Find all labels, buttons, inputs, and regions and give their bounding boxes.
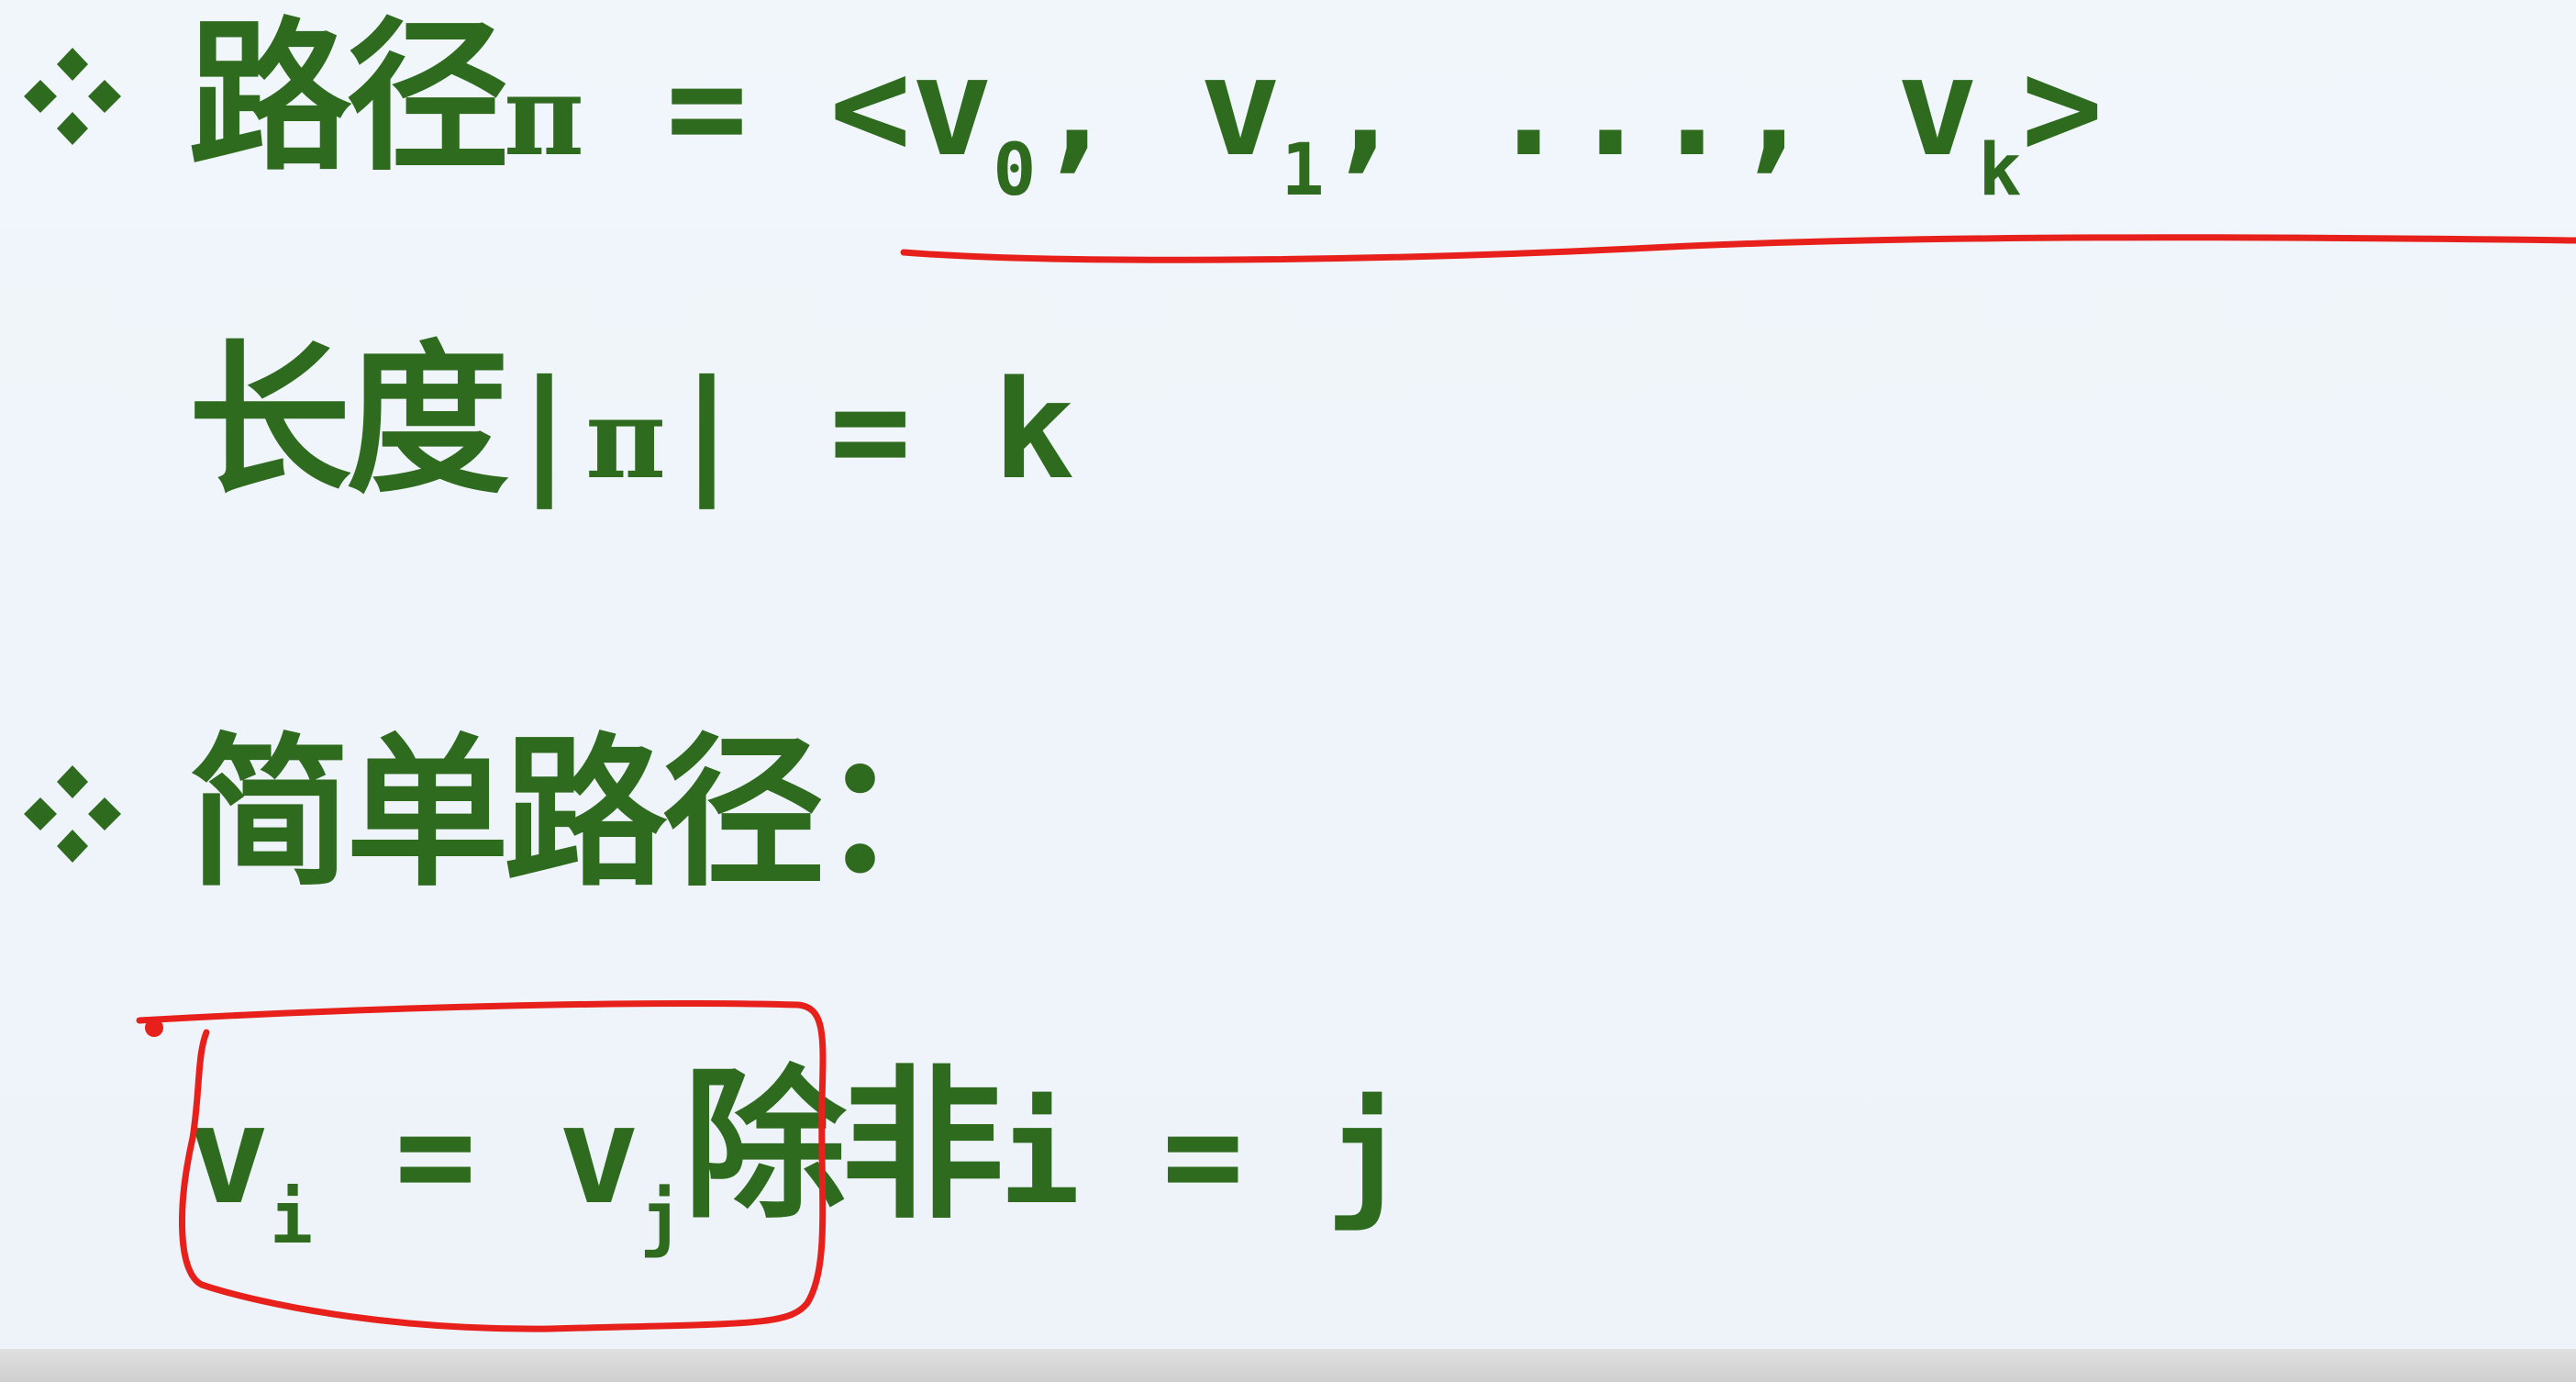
path-close: > [2021,28,2104,186]
separator-1: , v [1036,28,1282,186]
subscript-i: i [270,1177,314,1260]
v-left: v [188,1076,271,1234]
abs-bar-left: | [504,351,586,509]
simple-path-term: 简单路径 [188,719,825,908]
colon: ： [819,719,983,908]
length-term: 长度 [188,326,509,516]
bottom-bar [0,1349,2576,1382]
four-diamond-bullet-icon [13,754,132,874]
ellipsis: , ..., v [1324,28,1979,186]
subscript-k: k [1978,129,2022,212]
pi-symbol: π [504,51,584,181]
subscript-1: 1 [1281,129,1325,212]
path-open: <v [829,28,994,186]
unless-term: 除非 [683,1051,1004,1241]
equals-v: = v [313,1076,640,1234]
pi-symbol-length: π [585,374,666,504]
path-definition: 路径π = <v0, v1, ..., vk> [188,17,2104,207]
equals-sign: = [583,28,830,186]
length-value: = k [748,351,1075,509]
length-definition: 长度|π| = k [188,340,1074,503]
subscript-j: j [639,1177,683,1260]
abs-bar-right: | [665,351,749,509]
slide: 路径π = <v0, v1, ..., vk> 长度|π| = k 简单路径： … [0,0,2576,1349]
simple-path-heading: 简单路径： [188,732,983,896]
path-term: 路径 [188,3,509,193]
four-diamond-bullet-icon [13,37,132,156]
simple-path-condition: vi = vj除非i = j [188,1064,1407,1255]
subscript-0: 0 [993,129,1037,212]
index-equality: i = j [998,1076,1407,1234]
